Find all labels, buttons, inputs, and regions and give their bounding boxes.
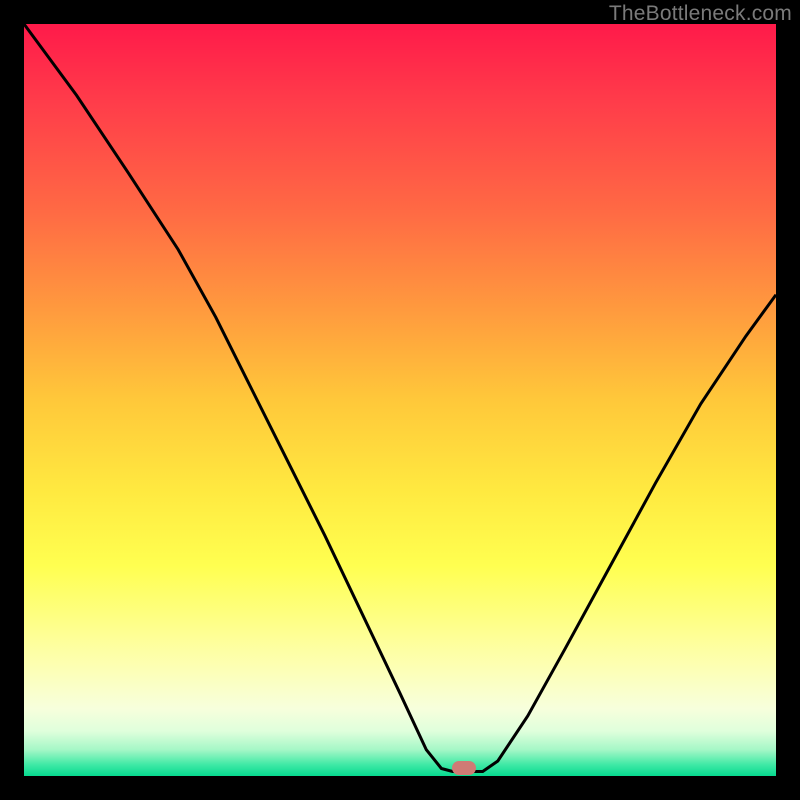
plot-area <box>24 24 776 776</box>
bottleneck-curve <box>24 24 776 776</box>
optimal-marker <box>452 761 476 775</box>
watermark-text: TheBottleneck.com <box>609 2 792 26</box>
